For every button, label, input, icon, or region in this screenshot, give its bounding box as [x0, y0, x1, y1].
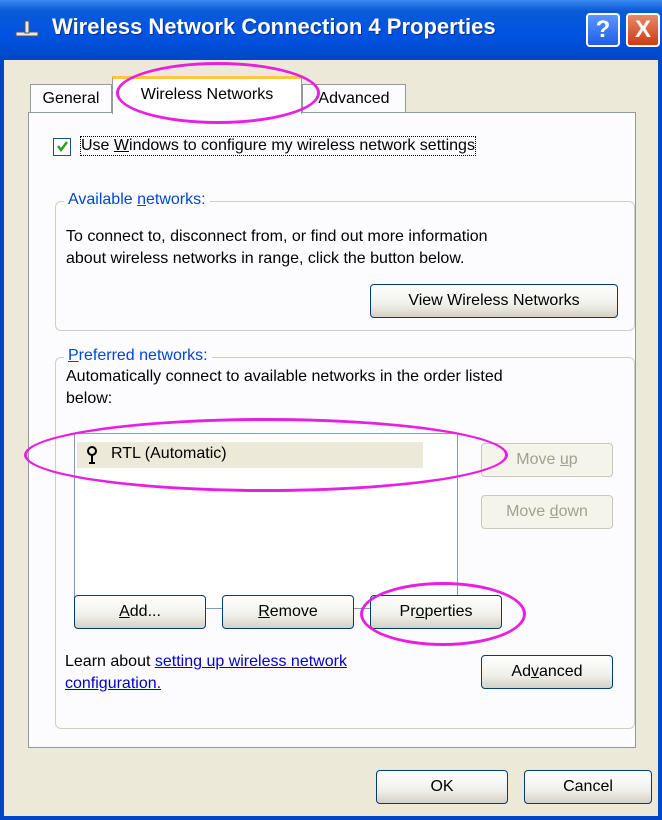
- learn-about-text-line2: configuration.: [65, 675, 161, 693]
- tab-advanced[interactable]: Advanced: [302, 84, 406, 112]
- title-bar[interactable]: Wireless Network Connection 4 Properties…: [0, 0, 662, 60]
- use-windows-label[interactable]: Use Windows to configure my wireless net…: [80, 136, 476, 156]
- preferred-networks-label: Preferred networks:: [64, 347, 212, 365]
- setup-wireless-link[interactable]: setting up wireless network: [155, 653, 347, 670]
- list-item[interactable]: RTL (Automatic): [77, 442, 423, 468]
- preferred-info-line2: below:: [66, 390, 113, 407]
- properties-dialog: Wireless Network Connection 4 Properties…: [0, 0, 662, 820]
- cancel-button[interactable]: Cancel: [524, 770, 652, 804]
- close-button[interactable]: X: [626, 13, 660, 47]
- ok-button[interactable]: OK: [376, 770, 508, 804]
- view-wireless-networks-button[interactable]: View Wireless Networks: [370, 284, 618, 318]
- advanced-button[interactable]: Advanced: [481, 655, 613, 689]
- configuration-link[interactable]: configuration.: [65, 675, 161, 692]
- antenna-icon: [87, 446, 97, 464]
- window-frame-right: [658, 60, 662, 820]
- window-frame-bottom: [0, 816, 662, 820]
- window-frame-left: [0, 60, 4, 820]
- preferred-networks-list[interactable]: RTL (Automatic): [74, 433, 458, 609]
- available-networks-group: Available networks: To connect to, disco…: [55, 191, 635, 331]
- tab-wireless-networks[interactable]: Wireless Networks: [112, 76, 302, 114]
- use-windows-checkbox[interactable]: [53, 138, 71, 156]
- add-button[interactable]: Add...: [74, 595, 206, 629]
- wireless-networks-panel: Use Windows to configure my wireless net…: [28, 112, 636, 748]
- preferred-info-line1: Automatically connect to available netwo…: [66, 368, 503, 385]
- move-up-button[interactable]: Move up: [481, 443, 613, 477]
- available-networks-label: Available networks:: [64, 191, 210, 209]
- help-button[interactable]: ?: [586, 13, 620, 47]
- network-name: RTL (Automatic): [111, 445, 227, 462]
- remove-button[interactable]: Remove: [222, 595, 354, 629]
- tab-general[interactable]: General: [30, 84, 112, 112]
- learn-about-text: Learn about setting up wireless network: [65, 653, 347, 670]
- available-info-line2: about wireless networks in range, click …: [66, 250, 465, 267]
- available-info-line1: To connect to, disconnect from, or find …: [66, 228, 488, 245]
- check-mark-icon: [57, 141, 68, 152]
- properties-button[interactable]: Properties: [370, 595, 502, 629]
- window-title: Wireless Network Connection 4 Properties: [52, 14, 496, 39]
- network-connection-icon: [15, 20, 39, 37]
- move-down-button[interactable]: Move down: [481, 495, 613, 529]
